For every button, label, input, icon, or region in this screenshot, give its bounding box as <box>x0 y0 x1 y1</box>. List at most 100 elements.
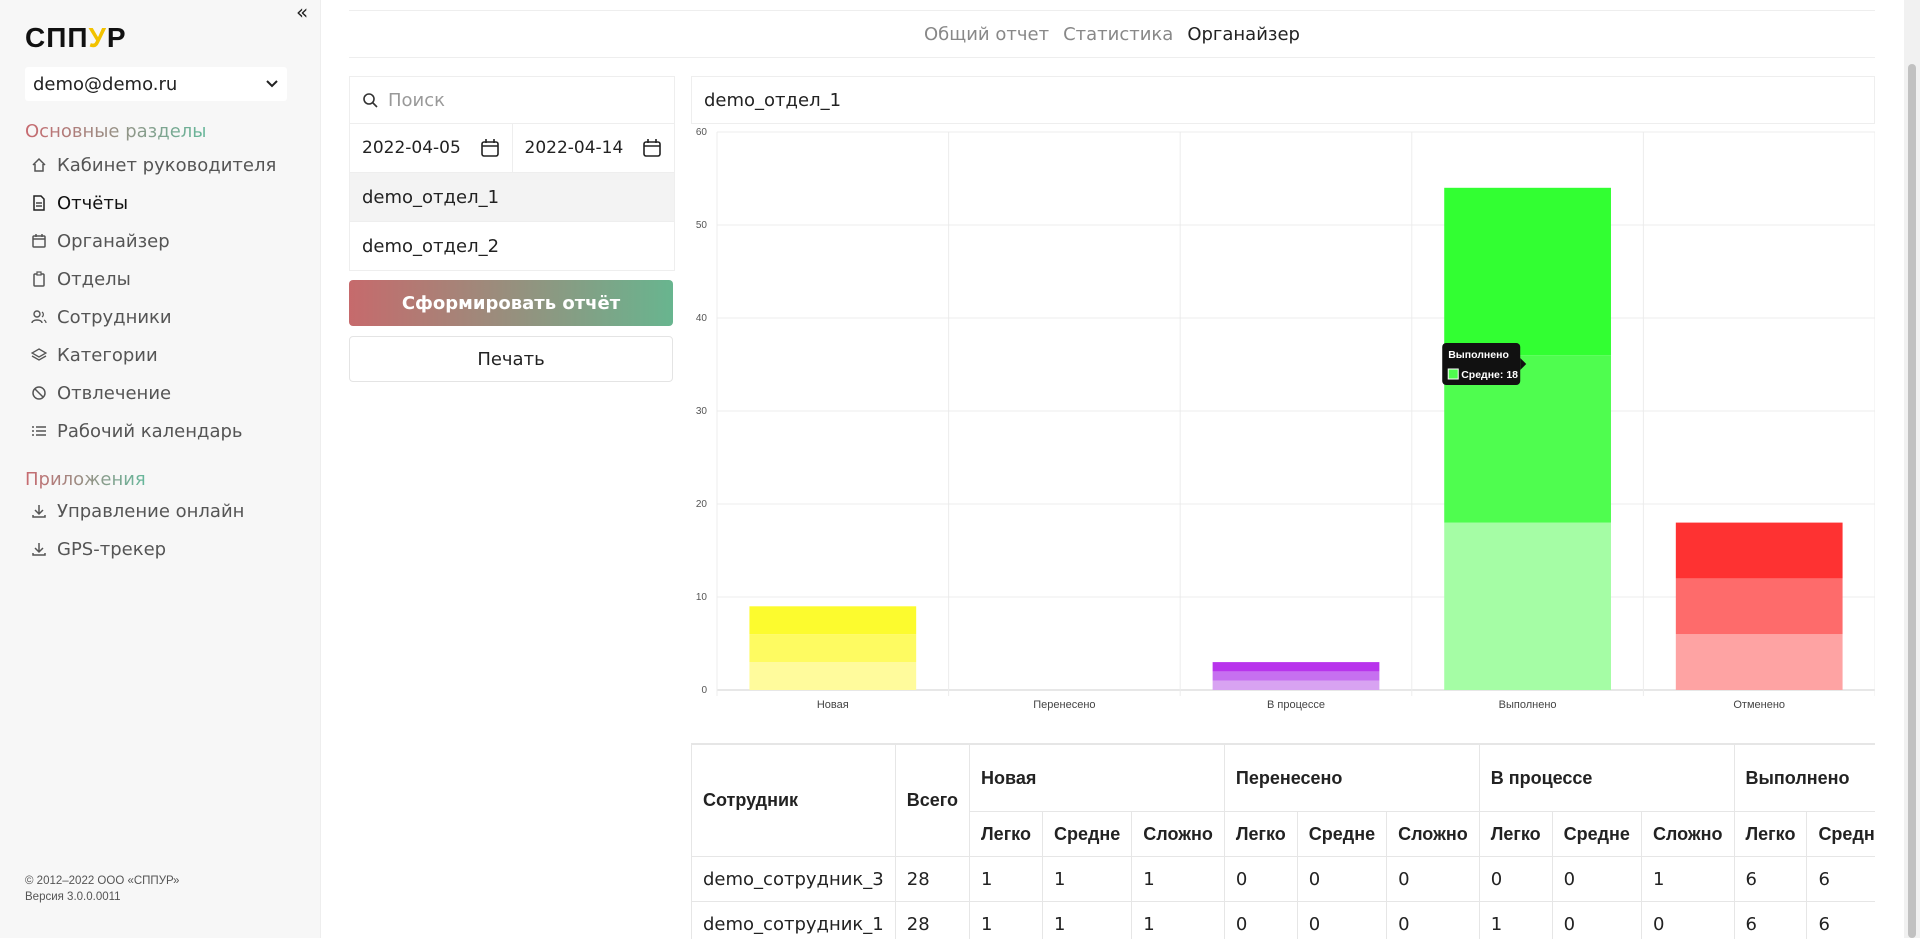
date-range: 2022-04-05 2022-04-14 <box>350 124 674 173</box>
generate-report-button[interactable]: Сформировать отчёт <box>349 280 673 326</box>
cell-value: 6 <box>1734 857 1807 902</box>
y-tick-label: 0 <box>701 685 707 696</box>
calendar-icon[interactable] <box>642 138 662 158</box>
cell-value: 1 <box>1479 902 1552 939</box>
bar-segment <box>1676 523 1843 579</box>
footer-copyright: © 2012–2022 ООО «СППУР» <box>25 873 179 889</box>
table-row[interactable]: demo_сотрудник_32811100000166 <box>692 857 1876 902</box>
nav-reports[interactable]: Отчёты <box>30 184 276 222</box>
date-to-value: 2022-04-14 <box>525 138 624 158</box>
cell-value: 1 <box>970 902 1043 939</box>
nav-online-control[interactable]: Управление онлайн <box>30 492 244 530</box>
cell-value: 6 <box>1807 902 1875 939</box>
search-box <box>350 77 674 124</box>
chart-tooltip: ВыполненоСредне: 18 <box>1442 343 1526 385</box>
logo[interactable]: СППУР <box>25 22 127 54</box>
report-table: СотрудникВсегоНоваяПеренесеноВ процессеВ… <box>691 744 1875 939</box>
apps-nav: Управление онлайн GPS-трекер <box>30 492 244 568</box>
date-to-field[interactable]: 2022-04-14 <box>512 124 675 172</box>
col-group: Выполнено <box>1734 745 1875 812</box>
nav-work-calendar[interactable]: Рабочий календарь <box>30 412 276 450</box>
main-nav: Кабинет руководителя Отчёты Органайзер О… <box>30 146 276 450</box>
department-item[interactable]: demo_отдел_1 <box>350 173 674 221</box>
ban-icon <box>30 384 48 402</box>
date-from-field[interactable]: 2022-04-05 <box>350 124 512 172</box>
table-row[interactable]: demo_сотрудник_12811100010066 <box>692 902 1876 939</box>
nav-gps-tracker[interactable]: GPS-трекер <box>30 530 244 568</box>
y-tick-label: 10 <box>696 592 708 603</box>
footer: © 2012–2022 ООО «СППУР» Версия 3.0.0.001… <box>25 873 179 905</box>
tooltip-title: Выполнено <box>1448 349 1509 361</box>
logo-text: СПП <box>25 22 88 53</box>
y-tick-label: 30 <box>696 406 708 417</box>
cell-value: 0 <box>1297 857 1386 902</box>
layers-icon <box>30 346 48 364</box>
x-tick-label: В процессе <box>1267 699 1325 711</box>
calendar-icon <box>30 232 48 250</box>
y-tick-label: 20 <box>696 499 708 510</box>
nav-categories[interactable]: Категории <box>30 336 276 374</box>
col-subheader: Средне <box>1552 812 1641 857</box>
collapse-sidebar-icon[interactable]: « <box>296 0 308 24</box>
tab-general-report[interactable]: Общий отчет <box>924 24 1049 45</box>
cell-value: 1 <box>1042 902 1131 939</box>
cell-value: 0 <box>1552 902 1641 939</box>
nav-label: GPS-трекер <box>57 539 166 560</box>
account-select[interactable]: demo@demo.ru <box>25 67 287 101</box>
col-subheader: Сложно <box>1387 812 1480 857</box>
department-item[interactable]: demo_отдел_2 <box>350 221 674 270</box>
nav-dashboard[interactable]: Кабинет руководителя <box>30 146 276 184</box>
top-tabs: Общий отчет Статистика Органайзер <box>349 10 1875 58</box>
chevron-down-icon <box>265 77 279 91</box>
col-group: Перенесено <box>1224 745 1479 812</box>
users-icon <box>30 308 48 326</box>
clipboard-icon <box>30 270 48 288</box>
nav-label: Органайзер <box>57 231 170 252</box>
cell-employee: demo_сотрудник_1 <box>692 902 896 939</box>
print-button[interactable]: Печать <box>349 336 673 382</box>
cell-value: 6 <box>1807 857 1875 902</box>
logo-text-end: Р <box>107 22 127 53</box>
y-tick-label: 50 <box>696 220 708 231</box>
home-icon <box>30 156 48 174</box>
col-subheader: Средне <box>1297 812 1386 857</box>
x-tick-label: Новая <box>817 699 849 711</box>
tab-organizer[interactable]: Органайзер <box>1187 24 1300 45</box>
chart-title: demo_отдел_1 <box>691 76 1875 124</box>
nav-organizer[interactable]: Органайзер <box>30 222 276 260</box>
col-group: В процессе <box>1479 745 1734 812</box>
y-tick-label: 40 <box>696 313 708 324</box>
cell-value: 0 <box>1552 857 1641 902</box>
col-employee[interactable]: Сотрудник <box>692 745 896 857</box>
filter-panel: 2022-04-05 2022-04-14 demo_отдел_1 demo_… <box>349 76 675 271</box>
search-input[interactable] <box>386 89 650 112</box>
col-total[interactable]: Всего <box>895 745 969 857</box>
bar-chart: 0102030405060НоваяПеренесеноВ процессеВы… <box>691 124 1875 714</box>
cell-value: 1 <box>1042 857 1131 902</box>
scrollbar-thumb[interactable] <box>1908 64 1916 938</box>
nav-label: Кабинет руководителя <box>57 155 276 176</box>
col-subheader: Легко <box>1734 812 1807 857</box>
x-tick-label: Перенесено <box>1033 699 1095 711</box>
col-subheader: Средне <box>1042 812 1131 857</box>
calendar-icon[interactable] <box>480 138 500 158</box>
scrollbar[interactable] <box>1904 0 1920 938</box>
nav-employees[interactable]: Сотрудники <box>30 298 276 336</box>
nav-distraction[interactable]: Отвлечение <box>30 374 276 412</box>
account-email: demo@demo.ru <box>33 74 177 95</box>
cell-value: 0 <box>1297 902 1386 939</box>
search-icon <box>362 92 378 108</box>
col-subheader: Легко <box>970 812 1043 857</box>
cell-value: 0 <box>1479 857 1552 902</box>
cell-value: 1 <box>970 857 1043 902</box>
bar-segment <box>1444 188 1611 355</box>
tab-statistics[interactable]: Статистика <box>1063 24 1173 45</box>
cell-value: 1 <box>1132 902 1225 939</box>
section-apps-heading: Приложения <box>25 469 146 490</box>
col-group: Новая <box>970 745 1225 812</box>
cell-value: 28 <box>895 857 969 902</box>
bar-segment <box>1676 578 1843 634</box>
date-from-value: 2022-04-05 <box>362 138 461 158</box>
nav-departments[interactable]: Отделы <box>30 260 276 298</box>
cell-value: 6 <box>1734 902 1807 939</box>
